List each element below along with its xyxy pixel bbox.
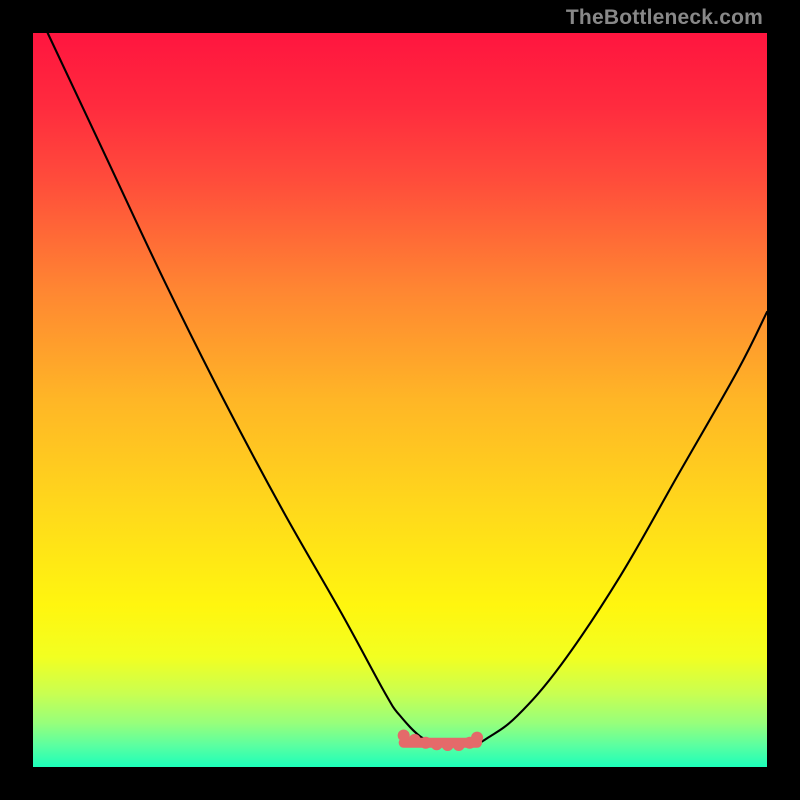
watermark-label: TheBottleneck.com	[566, 6, 763, 30]
flat-marker-dot	[420, 737, 432, 749]
bottleneck-curve	[48, 33, 767, 746]
chart-plot-area	[33, 33, 767, 767]
flat-marker-dot	[453, 739, 465, 751]
chart-curve-layer	[33, 33, 767, 767]
flat-marker-dot	[442, 739, 454, 751]
flat-marker-dot	[431, 738, 443, 750]
flat-marker-dot	[409, 734, 421, 746]
flat-marker-dot	[398, 729, 410, 741]
flat-marker-dot	[471, 732, 483, 744]
